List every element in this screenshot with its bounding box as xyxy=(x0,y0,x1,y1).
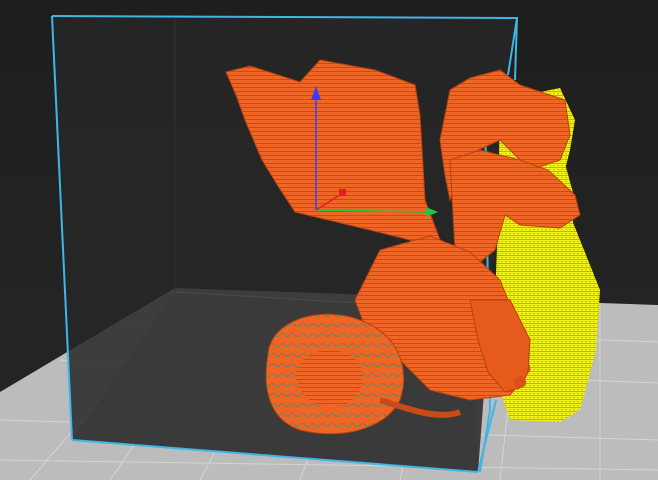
scene-canvas[interactable] xyxy=(0,0,658,480)
gizmo-x-handle-icon[interactable] xyxy=(339,189,346,196)
3d-viewport[interactable] xyxy=(0,0,658,480)
